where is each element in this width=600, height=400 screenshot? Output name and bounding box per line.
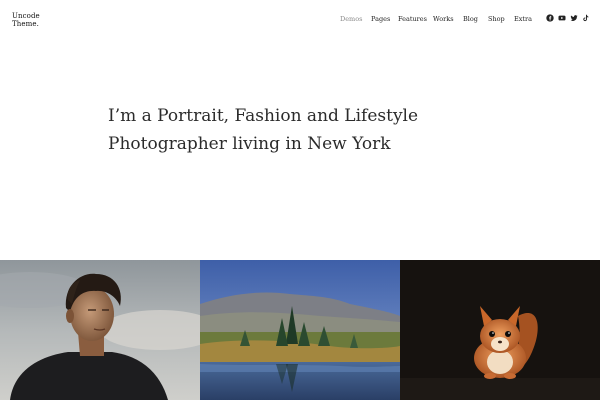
site-header: Uncode Theme. Demos Pages Features Works… <box>0 0 600 40</box>
gallery-photo-squirrel[interactable] <box>400 260 600 400</box>
nav-item-extra[interactable]: Extra <box>514 15 532 23</box>
nav-item-blog[interactable]: Blog <box>463 15 478 23</box>
portrait-image <box>0 260 200 400</box>
photo-gallery <box>0 260 600 400</box>
nav-item-shop[interactable]: Shop <box>488 15 505 23</box>
facebook-icon[interactable] <box>546 14 554 22</box>
landscape-image <box>200 260 400 400</box>
squirrel-image <box>400 260 600 400</box>
nav-item-demos[interactable]: Demos <box>340 15 362 23</box>
nav-item-works[interactable]: Works <box>433 15 454 23</box>
logo-line-1: Uncode <box>12 12 40 20</box>
site-logo[interactable]: Uncode Theme. <box>12 12 40 28</box>
youtube-icon[interactable] <box>558 14 566 22</box>
gallery-photo-landscape[interactable] <box>200 260 400 400</box>
nav-item-features[interactable]: Features <box>398 15 427 23</box>
tiktok-icon[interactable] <box>582 14 590 22</box>
hero-line-1: I’m a Portrait, Fashion and Lifestyle <box>108 106 419 126</box>
hero-heading: I’m a Portrait, Fashion and Lifestyle Ph… <box>108 102 428 158</box>
hero-line-2: Photographer living in New York <box>108 134 391 154</box>
logo-line-2: Theme. <box>12 20 39 28</box>
nav-item-pages[interactable]: Pages <box>371 15 390 23</box>
gallery-photo-portrait[interactable] <box>0 260 200 400</box>
twitter-icon[interactable] <box>570 14 578 22</box>
